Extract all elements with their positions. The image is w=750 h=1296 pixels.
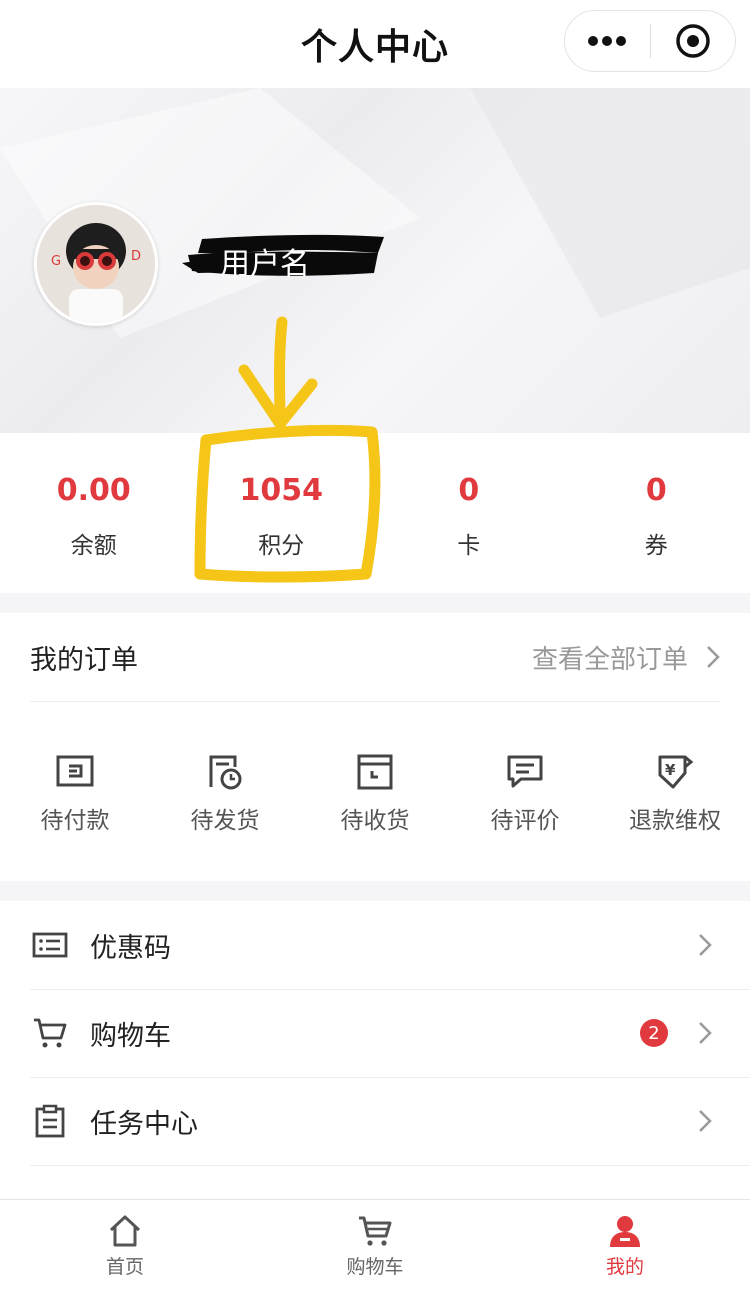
- order-refund[interactable]: ¥ 退款维权: [600, 753, 750, 835]
- refund-shield-icon: ¥: [655, 753, 695, 791]
- chevron-right-icon: [698, 1021, 712, 1045]
- tab-mine[interactable]: 我的: [500, 1200, 750, 1296]
- user-icon: [607, 1214, 643, 1248]
- list-card-icon: [32, 932, 68, 958]
- nav-header: 个人中心: [0, 0, 750, 88]
- points-value: 1054: [240, 473, 324, 508]
- avatar[interactable]: G D: [34, 202, 158, 326]
- stat-points[interactable]: 1054 积分: [188, 433, 376, 593]
- menu-item-cart[interactable]: 购物车 2: [30, 989, 750, 1078]
- order-refund-label: 退款维权: [629, 801, 721, 835]
- coupons-value: 0: [646, 473, 667, 508]
- orders-header: 我的订单 查看全部订单: [30, 613, 720, 702]
- balance-value: 0.00: [57, 473, 131, 508]
- order-pending-shipment-label: 待发货: [191, 801, 260, 835]
- more-button[interactable]: [565, 11, 650, 71]
- view-all-orders-link[interactable]: 查看全部订单: [532, 639, 720, 676]
- close-button[interactable]: [651, 11, 736, 71]
- chevron-right-icon: [706, 645, 720, 669]
- wallet-icon: [55, 753, 95, 791]
- view-all-orders-label: 查看全部订单: [532, 639, 688, 676]
- bottom-tab-bar: 首页 购物车 我的: [0, 1199, 750, 1296]
- clipboard-icon: [34, 1104, 66, 1138]
- menu-item-partial: [30, 1165, 750, 1201]
- order-pending-shipment[interactable]: 待发货: [150, 753, 300, 835]
- order-status-row: 待付款 待发货 待收货 待评价: [0, 753, 750, 835]
- order-pending-receipt[interactable]: 待收货: [300, 753, 450, 835]
- clock-doc-icon: [205, 753, 245, 791]
- account-stats: 0.00 余额 1054 积分 0 卡 0 券: [0, 433, 750, 593]
- order-pending-receipt-label: 待收货: [341, 801, 410, 835]
- close-target-icon: [675, 23, 711, 59]
- cart-count-badge: 2: [640, 1019, 668, 1047]
- stat-balance[interactable]: 0.00 余额: [0, 433, 188, 593]
- menu-item-task-center-label: 任务中心: [90, 1102, 698, 1141]
- tab-cart[interactable]: 购物车: [250, 1200, 500, 1296]
- svg-text:G: G: [51, 254, 61, 269]
- comment-icon: [505, 753, 545, 791]
- menu-item-coupon-code[interactable]: 优惠码: [30, 901, 750, 990]
- order-pending-review[interactable]: 待评价: [450, 753, 600, 835]
- cart-icon: [32, 1016, 68, 1050]
- box-icon: [355, 753, 395, 791]
- menu-item-cart-label: 购物车: [90, 1014, 640, 1053]
- username-area: 用户名: [178, 233, 388, 281]
- menu-item-task-center[interactable]: 任务中心: [30, 1077, 750, 1166]
- tab-mine-label: 我的: [606, 1252, 644, 1279]
- more-icon: [587, 35, 627, 47]
- cards-label: 卡: [457, 526, 480, 560]
- mini-program-capsule: [564, 10, 736, 72]
- cart-icon: [357, 1214, 393, 1248]
- chevron-right-icon: [698, 1109, 712, 1133]
- menu-list: 优惠码 购物车 2 任务中心: [0, 901, 750, 1201]
- cards-value: 0: [458, 473, 479, 508]
- tab-home-label: 首页: [106, 1252, 144, 1279]
- stat-coupons[interactable]: 0 券: [563, 433, 750, 593]
- order-pending-payment-label: 待付款: [41, 801, 110, 835]
- home-icon: [107, 1214, 143, 1248]
- menu-item-coupon-code-label: 优惠码: [90, 926, 698, 965]
- tab-home[interactable]: 首页: [0, 1200, 250, 1296]
- order-pending-review-label: 待评价: [491, 801, 560, 835]
- chevron-right-icon: [698, 933, 712, 957]
- avatar-image: G D: [37, 205, 155, 323]
- stat-cards[interactable]: 0 卡: [375, 433, 563, 593]
- username: 用户名: [220, 239, 310, 283]
- coupons-label: 券: [645, 526, 668, 560]
- balance-label: 余额: [71, 526, 117, 560]
- page-title: 个人中心: [301, 18, 449, 70]
- points-label: 积分: [258, 526, 304, 560]
- svg-text:¥: ¥: [665, 761, 676, 779]
- orders-section: 我的订单 查看全部订单 待付款 待发货: [0, 613, 750, 881]
- svg-text:D: D: [131, 249, 141, 264]
- order-pending-payment[interactable]: 待付款: [0, 753, 150, 835]
- profile-banner: G D 用户名: [0, 88, 750, 433]
- tab-cart-label: 购物车: [346, 1252, 403, 1279]
- orders-title: 我的订单: [30, 638, 138, 677]
